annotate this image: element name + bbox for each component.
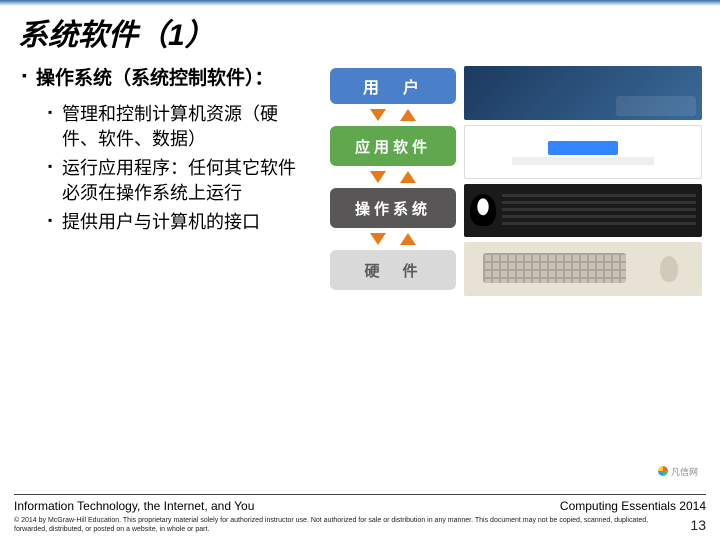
footer-divider — [14, 494, 706, 495]
mouse-icon — [660, 256, 678, 282]
bullet-item: 提供用户与计算机的接口 — [48, 210, 312, 235]
layer-hardware: 硬 件 — [330, 250, 456, 290]
terminal-text — [502, 194, 696, 226]
layer-application: 应用软件 — [330, 126, 456, 166]
arrows-icon — [348, 170, 438, 184]
content-area: 操作系统（系统控制软件）： 管理和控制计算机资源（硬件、软件、数据） 运行应用程… — [0, 54, 720, 296]
thumb-windows-desktop — [464, 66, 702, 120]
page-number: 13 — [678, 517, 706, 534]
thumb-browser-baidu — [464, 125, 702, 179]
layer-os: 操作系统 — [330, 188, 456, 228]
copyright-text: © 2014 by McGraw-Hill Education. This pr… — [14, 517, 678, 534]
layer-user: 用 户 — [330, 68, 456, 104]
footer-right: Computing Essentials 2014 — [560, 499, 706, 513]
bullet-list: 管理和控制计算机资源（硬件、软件、数据） 运行应用程序：任何其它软件必须在操作系… — [48, 102, 312, 236]
slide-title: 系统软件（1） — [0, 6, 720, 54]
footer-left: Information Technology, the Internet, an… — [14, 499, 254, 513]
arrows-icon — [348, 232, 438, 246]
graphics-column: 用 户 应用软件 操作系统 硬 件 — [328, 66, 702, 296]
bullet-item: 管理和控制计算机资源（硬件、软件、数据） — [48, 102, 312, 152]
arrows-icon — [348, 108, 438, 122]
main-heading: 操作系统（系统控制软件）： — [22, 66, 312, 92]
text-column: 操作系统（系统控制软件）： 管理和控制计算机资源（硬件、软件、数据） 运行应用程… — [22, 66, 312, 296]
thumb-linux-terminal — [464, 184, 702, 238]
penguin-icon — [470, 194, 496, 226]
keyboard-icon — [483, 253, 626, 283]
watermark-logo-icon — [658, 466, 668, 476]
watermark-text: 凡信网 — [671, 467, 698, 477]
thumbnail-grid — [464, 66, 702, 296]
footer: Information Technology, the Internet, an… — [0, 494, 720, 540]
layer-diagram: 用 户 应用软件 操作系统 硬 件 — [328, 66, 458, 296]
thumb-keyboard-mouse — [464, 242, 702, 296]
bullet-item: 运行应用程序：任何其它软件必须在操作系统上运行 — [48, 156, 312, 206]
watermark: 凡信网 — [658, 465, 698, 478]
